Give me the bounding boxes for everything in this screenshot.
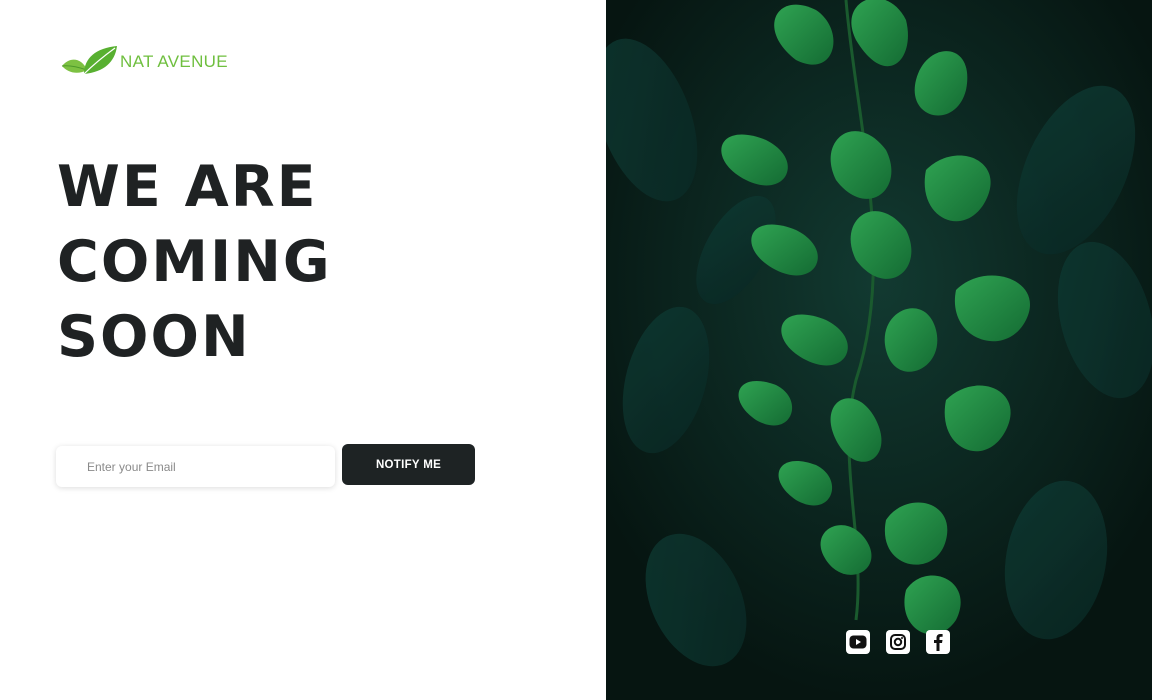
notify-me-button[interactable]: NOTIFY ME xyxy=(342,444,475,485)
social-links xyxy=(846,630,950,654)
hero-image xyxy=(606,0,1152,700)
instagram-link[interactable] xyxy=(886,630,910,654)
facebook-icon xyxy=(934,634,943,651)
leaf-logo-icon xyxy=(61,46,117,75)
headline-line-2: COMING xyxy=(57,229,332,295)
youtube-link[interactable] xyxy=(846,630,870,654)
headline-line-1: WE ARE xyxy=(57,154,318,220)
left-panel: NAT AVENUE WE ARE COMING SOON NOTIFY ME xyxy=(0,0,606,700)
instagram-icon xyxy=(890,634,906,650)
facebook-link[interactable] xyxy=(926,630,950,654)
page-title: WE ARE COMING SOON xyxy=(57,150,332,375)
headline-line-3: SOON xyxy=(57,304,251,370)
email-field[interactable] xyxy=(56,446,335,487)
green-leaves-photo xyxy=(606,0,1152,700)
logo[interactable]: NAT AVENUE xyxy=(60,44,228,78)
brand-name: NAT AVENUE xyxy=(120,51,228,71)
youtube-icon xyxy=(849,635,867,649)
